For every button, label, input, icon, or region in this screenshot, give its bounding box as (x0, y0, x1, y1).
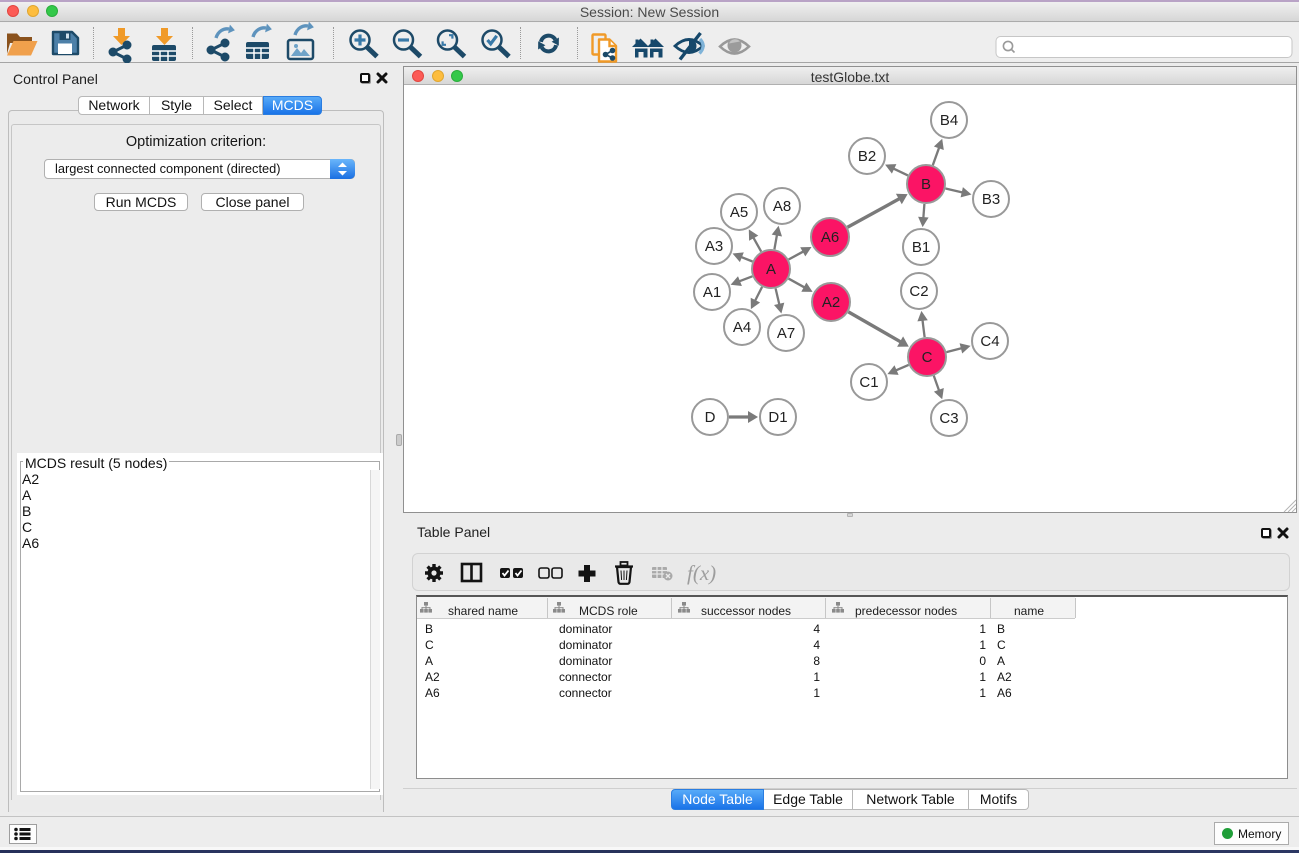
svg-text:C3: C3 (939, 410, 958, 427)
svg-text:D1: D1 (768, 409, 787, 426)
svg-text:B2: B2 (858, 148, 876, 165)
svg-text:C1: C1 (859, 374, 878, 391)
svg-text:A: A (766, 261, 776, 278)
svg-text:A1: A1 (703, 284, 721, 301)
svg-text:C2: C2 (909, 283, 928, 300)
svg-text:D: D (705, 409, 716, 426)
svg-text:B4: B4 (940, 112, 958, 129)
svg-text:B3: B3 (982, 191, 1000, 208)
svg-text:C: C (922, 349, 933, 366)
svg-text:A4: A4 (733, 319, 751, 336)
svg-text:A7: A7 (777, 325, 795, 342)
svg-text:f(x): f(x) (687, 561, 716, 585)
svg-text:A5: A5 (730, 204, 748, 221)
svg-text:A8: A8 (773, 198, 791, 215)
svg-text:B: B (921, 176, 931, 193)
svg-text:C4: C4 (980, 333, 999, 350)
svg-text:A3: A3 (705, 238, 723, 255)
svg-text:A2: A2 (822, 294, 840, 311)
svg-text:B1: B1 (912, 239, 930, 256)
svg-text:A6: A6 (821, 229, 839, 246)
